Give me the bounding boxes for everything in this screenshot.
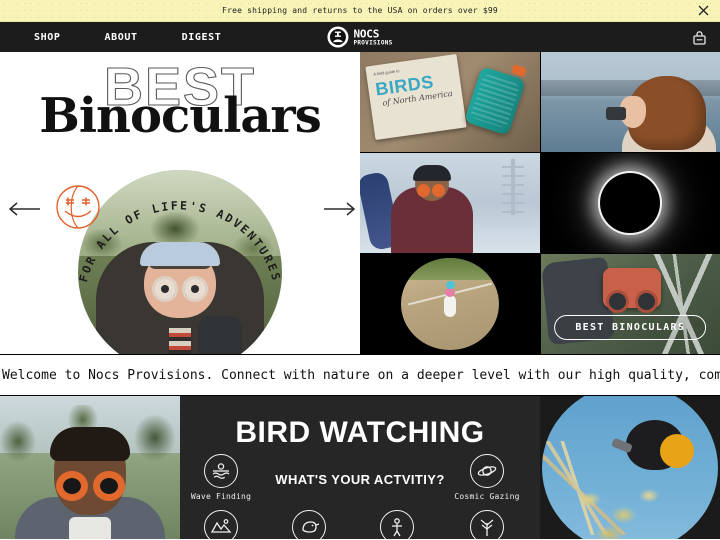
grid-tile-snowboarder[interactable] — [360, 153, 540, 253]
nav-link-about[interactable]: ABOUT — [104, 32, 137, 43]
welcome-marquee: Welcome to Nocs Provisions. Connect with… — [0, 354, 720, 396]
marquee-text: Welcome to Nocs Provisions. Connect with… — [2, 367, 720, 383]
grid-tile-woman-at-sea[interactable] — [540, 52, 720, 152]
wave-finding-icon — [204, 454, 238, 488]
people-watching-icon — [380, 510, 414, 539]
activities-section: BIRD WATCHING WHAT'S YOUR ACTVITIY? Wave… — [0, 396, 720, 539]
grid-tile-eclipse[interactable] — [540, 153, 720, 253]
svg-text:FOR ALL OF LIFE'S ADVENTURES: FOR ALL OF LIFE'S ADVENTURES — [78, 198, 282, 283]
logo-line-2: PROVISIONS — [353, 39, 393, 46]
best-binoculars-button[interactable]: BEST BINOCULARS — [554, 315, 707, 340]
activities-left-photo — [0, 396, 180, 539]
announcement-text: Free shipping and returns to the USA on … — [222, 6, 498, 15]
hero-carousel-slide: BEST Binoculars FOR ALL OF LIFE — [0, 52, 360, 354]
hero-title-solid: Binoculars — [39, 88, 322, 144]
announcement-bar: Free shipping and returns to the USA on … — [0, 0, 720, 22]
logo-line-1: NOCS — [353, 27, 380, 40]
book-brand: A field guide to — [373, 68, 400, 77]
plant-spotting-icon — [470, 510, 504, 539]
activities-right-photo — [540, 396, 720, 539]
cosmic-gazing-icon — [470, 454, 504, 488]
activity-bird-watching[interactable] — [274, 510, 344, 539]
nav-link-digest[interactable]: DIGEST — [182, 32, 222, 43]
main-navigation: SHOP ABOUT DIGEST NOCS PROVISIONS — [0, 22, 720, 52]
grid-tile-backpack-binoculars[interactable]: BEST BINOCULARS — [540, 254, 720, 354]
arrow-right-icon[interactable] — [322, 200, 356, 218]
hero-section: BEST Binoculars FOR ALL OF LIFE — [0, 52, 720, 354]
hero-arc-text: FOR ALL OF LIFE'S ADVENTURES — [76, 170, 282, 354]
activity-cosmic-gazing[interactable]: Cosmic Gazing — [452, 454, 522, 501]
close-icon[interactable] — [696, 4, 710, 18]
nocs-circle-logo-icon — [327, 26, 349, 48]
activity-plant-spotting[interactable] — [452, 510, 522, 539]
grid-tile-binocular-view[interactable] — [360, 254, 540, 354]
activities-content: BIRD WATCHING WHAT'S YOUR ACTVITIY? Wave… — [180, 396, 540, 539]
activity-mountain-viewing[interactable] — [186, 510, 256, 539]
activities-title: BIRD WATCHING — [235, 416, 485, 449]
page-root: Free shipping and returns to the USA on … — [0, 0, 720, 540]
teal-binocular — [463, 66, 526, 136]
arrow-left-icon[interactable] — [8, 200, 42, 218]
mountain-viewing-icon — [204, 510, 238, 539]
activity-label: Cosmic Gazing — [454, 492, 520, 501]
nav-links: SHOP ABOUT DIGEST — [0, 32, 221, 43]
orange-accent — [510, 64, 527, 77]
bird-watching-icon — [292, 510, 326, 539]
grid-tile-birds-book[interactable]: A field guide to BIRDS of North America — [360, 52, 540, 152]
site-logo[interactable]: NOCS PROVISIONS — [327, 26, 392, 48]
nav-link-shop[interactable]: SHOP — [34, 32, 60, 43]
logo-wordmark: NOCS PROVISIONS — [353, 28, 392, 46]
eclipse-shape — [600, 173, 661, 233]
hero-image-grid: A field guide to BIRDS of North America — [360, 52, 720, 354]
activity-wave-finding[interactable]: Wave Finding — [186, 454, 256, 501]
birds-book: A field guide to BIRDS of North America — [365, 53, 467, 141]
shopping-bag-icon[interactable] — [690, 28, 708, 46]
activity-label: Wave Finding — [190, 492, 252, 501]
activity-people-watching[interactable] — [362, 510, 432, 539]
